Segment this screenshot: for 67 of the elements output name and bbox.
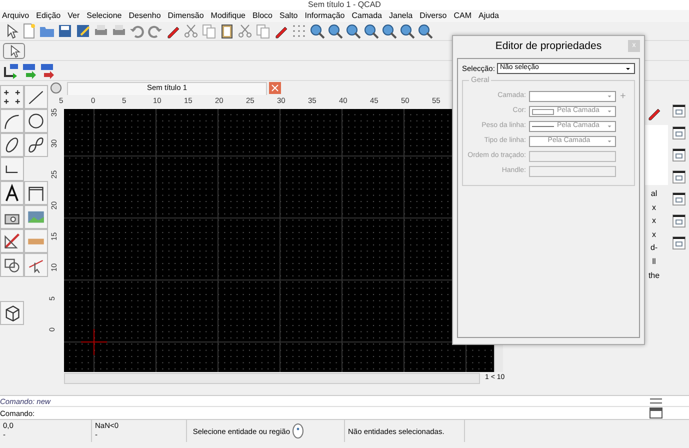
zoom-icon[interactable] — [381, 23, 397, 39]
cut-icon[interactable] — [237, 23, 253, 39]
menu-item[interactable]: Ver — [68, 11, 80, 21]
input-field[interactable] — [529, 166, 616, 177]
text-fragment: al — [650, 189, 658, 199]
zoom-icon[interactable] — [363, 23, 379, 39]
ellipse-icon[interactable] — [3, 136, 21, 154]
menu-item[interactable]: Bloco — [252, 11, 272, 21]
panel-icon[interactable] — [670, 147, 686, 163]
panel-icon[interactable] — [670, 213, 686, 229]
menu-item[interactable]: Edição — [36, 11, 61, 21]
menu-item[interactable]: Salto — [280, 11, 298, 21]
menu-item[interactable]: Ajuda — [478, 11, 499, 21]
zoom-icon[interactable] — [399, 23, 415, 39]
construction-icon[interactable] — [3, 232, 21, 250]
select-icon[interactable] — [3, 42, 25, 58]
menu-item[interactable]: CAM — [454, 11, 472, 21]
cam-export-icon[interactable] — [39, 62, 55, 78]
panel-icon[interactable] — [670, 103, 686, 119]
menu-item[interactable]: Desenho — [128, 11, 161, 21]
text-fragment: ll — [652, 256, 656, 267]
shapes-icon[interactable] — [3, 256, 21, 274]
circle-icon[interactable] — [27, 112, 45, 130]
expand-icon[interactable] — [648, 405, 664, 421]
panel-icon[interactable] — [670, 235, 686, 251]
spline-icon[interactable] — [27, 136, 45, 154]
input-field[interactable] — [529, 151, 616, 162]
line-icon[interactable] — [27, 88, 45, 106]
dropdown-field[interactable] — [529, 91, 616, 102]
menu-item[interactable]: Modifique — [210, 11, 246, 21]
menu-item[interactable]: Dimensão — [168, 11, 204, 21]
menu-item[interactable]: Arquivo — [2, 11, 30, 21]
menu-item[interactable]: Selecione — [86, 11, 122, 21]
text-fragment: x — [652, 202, 656, 212]
menu-item[interactable]: Informação — [304, 11, 345, 21]
zoom-icon[interactable] — [417, 23, 433, 39]
export-icon[interactable] — [3, 62, 19, 78]
point-icon[interactable] — [3, 88, 21, 106]
panel-icon[interactable] — [670, 169, 686, 185]
save-as-icon[interactable] — [75, 23, 91, 39]
text-tool-icon[interactable] — [3, 184, 21, 202]
close-icon[interactable] — [267, 80, 283, 96]
menu-item[interactable]: Camada — [352, 11, 382, 21]
text-fragment: the — [648, 270, 660, 280]
cam-export-icon[interactable] — [21, 62, 37, 78]
text-fragment: x — [652, 216, 656, 226]
grid-icon[interactable] — [291, 23, 307, 39]
mouse-icon[interactable] — [290, 423, 306, 439]
window-title: Sem título 1 - QCAD — [0, 0, 689, 10]
zoom-icon[interactable] — [345, 23, 361, 39]
undo-icon[interactable] — [129, 23, 145, 39]
dimension-icon[interactable] — [27, 184, 45, 202]
panel-icon[interactable] — [670, 125, 686, 141]
arc-icon[interactable] — [3, 112, 21, 130]
menu-item[interactable]: Janela — [389, 11, 413, 21]
menu-item[interactable]: Diverso — [420, 11, 447, 21]
document-icon[interactable] — [48, 80, 64, 96]
dialog-title: Editor de propriedades — [495, 40, 602, 52]
zoom-in-icon[interactable] — [309, 23, 325, 39]
cube-icon[interactable] — [3, 304, 21, 322]
zoom-out-icon[interactable] — [327, 23, 343, 39]
save-icon[interactable] — [57, 23, 73, 39]
paste-icon[interactable] — [219, 23, 235, 39]
horizontal-scrollbar[interactable] — [64, 373, 480, 384]
panel-icon[interactable] — [670, 191, 686, 207]
text-fragment: x — [652, 230, 656, 240]
text-fragment: d- — [650, 243, 658, 253]
